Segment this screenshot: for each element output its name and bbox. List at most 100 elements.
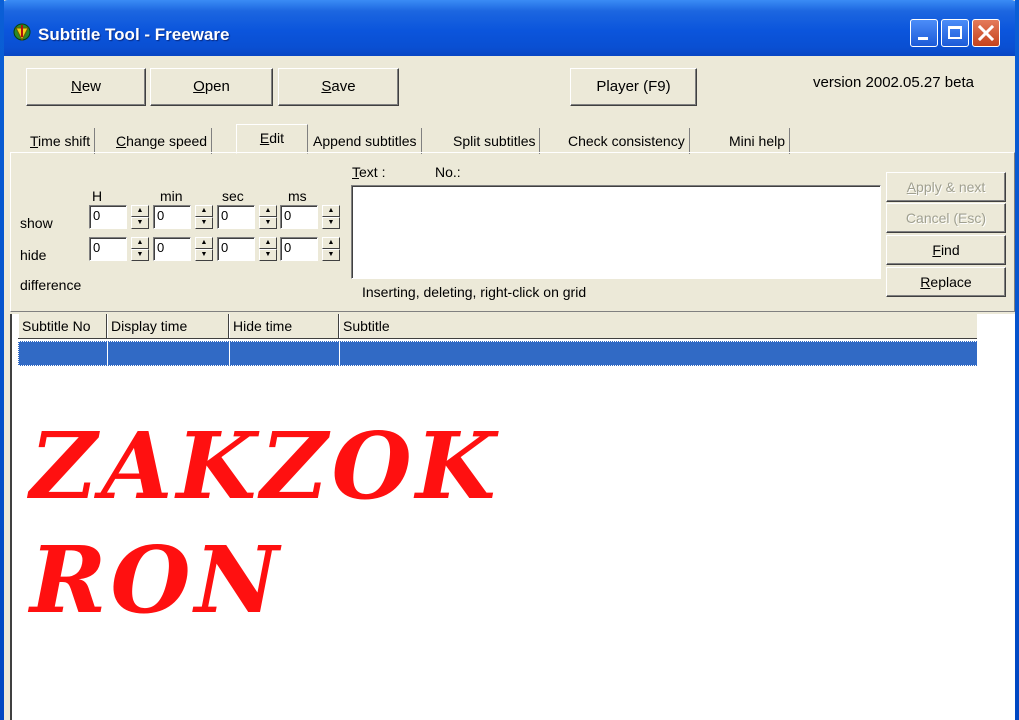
window-border-right [1015, 0, 1019, 720]
hide-seconds-spinner[interactable]: ▲ ▼ [259, 237, 277, 261]
spin-up-icon[interactable]: ▲ [195, 205, 213, 217]
spin-down-icon[interactable]: ▼ [322, 217, 340, 229]
spin-down-icon[interactable]: ▼ [322, 249, 340, 261]
player-button-label: Player (F9) [596, 78, 671, 95]
tab-time-shift[interactable]: Time shift [26, 128, 96, 154]
tab-mini-help[interactable]: Mini help [725, 128, 791, 154]
text-label: Text : [352, 164, 385, 180]
cancel-button[interactable]: Cancel (Esc) [886, 203, 1006, 233]
tab-append-subtitles[interactable]: Append subtitles [309, 128, 422, 154]
column-header-subtitle-no[interactable]: Subtitle No [18, 314, 107, 338]
show-minutes-spinner[interactable]: ▲ ▼ [195, 205, 213, 229]
find-button-label: ind [940, 242, 960, 258]
new-button-label: ew [81, 78, 102, 95]
apply-next-key: A [906, 179, 917, 195]
player-button[interactable]: Player (F9) [570, 68, 697, 106]
save-button-label: ave [331, 78, 356, 95]
tab-split-subtitles[interactable]: Split subtitles [449, 128, 541, 154]
grid-header: Subtitle No Display time Hide time Subti… [18, 314, 978, 339]
table-cell[interactable] [108, 342, 230, 365]
show-ms-input[interactable]: 0 [280, 205, 318, 229]
version-label: version 2002.05.27 beta [813, 74, 974, 91]
close-icon [977, 24, 995, 42]
table-cell[interactable] [340, 342, 977, 365]
tab-check-consistency[interactable]: Check consistency [564, 128, 690, 154]
show-hours-spinner[interactable]: ▲ ▼ [131, 205, 149, 229]
apply-next-button[interactable]: Apply & next [886, 172, 1006, 202]
new-button[interactable]: New [26, 68, 146, 106]
hide-minutes-spinner[interactable]: ▲ ▼ [195, 237, 213, 261]
app-window: Subtitle Tool - Freeware New Open Save P… [0, 0, 1019, 720]
col-ms-label: ms [288, 188, 307, 204]
hide-row-label: hide [20, 247, 47, 263]
spin-up-icon[interactable]: ▲ [195, 237, 213, 249]
show-seconds-input[interactable]: 0 [217, 205, 255, 229]
title-bar[interactable]: Subtitle Tool - Freeware [0, 0, 1019, 56]
spin-up-icon[interactable]: ▲ [322, 237, 340, 249]
hide-minutes-input[interactable]: 0 [153, 237, 191, 261]
save-button-key: S [321, 78, 332, 95]
spin-down-icon[interactable]: ▼ [259, 217, 277, 229]
grid-hint-label: Inserting, deleting, right-click on grid [362, 284, 587, 300]
table-cell[interactable] [230, 342, 340, 365]
hide-hours-spinner[interactable]: ▲ ▼ [131, 237, 149, 261]
find-button[interactable]: Find [886, 235, 1006, 265]
difference-label: difference [20, 277, 82, 293]
spin-up-icon[interactable]: ▲ [322, 205, 340, 217]
subtitle-text-input[interactable] [351, 185, 881, 279]
grid-empty-margin [977, 314, 1015, 720]
find-button-key: F [932, 242, 941, 258]
spin-up-icon[interactable]: ▲ [131, 237, 149, 249]
minimize-button[interactable] [910, 19, 938, 47]
hide-seconds-input[interactable]: 0 [217, 237, 255, 261]
table-row[interactable] [18, 341, 978, 366]
text-label-key: T [352, 164, 359, 180]
replace-button-label: eplace [930, 274, 972, 290]
new-button-key: N [70, 78, 82, 95]
text-label-rest: ext : [359, 164, 386, 180]
spin-up-icon[interactable]: ▲ [259, 205, 277, 217]
column-header-display-time[interactable]: Display time [107, 314, 229, 338]
open-button[interactable]: Open [150, 68, 273, 106]
tab-change-speed-label: hange speed [126, 133, 208, 149]
column-header-subtitle[interactable]: Subtitle [339, 314, 978, 338]
show-minutes-input[interactable]: 0 [153, 205, 191, 229]
hide-ms-input[interactable]: 0 [280, 237, 318, 261]
table-cell[interactable] [19, 342, 108, 365]
col-min-label: min [160, 188, 183, 204]
show-seconds-spinner[interactable]: ▲ ▼ [259, 205, 277, 229]
window-title: Subtitle Tool - Freeware [38, 25, 230, 44]
hide-hours-input[interactable]: 0 [89, 237, 127, 261]
spin-up-icon[interactable]: ▲ [131, 205, 149, 217]
col-sec-label: sec [222, 188, 244, 204]
maximize-button[interactable] [941, 19, 969, 47]
replace-button[interactable]: Replace [886, 267, 1006, 297]
close-button[interactable] [972, 19, 1000, 47]
app-icon [13, 23, 31, 42]
spin-up-icon[interactable]: ▲ [259, 237, 277, 249]
tab-time-shift-label: ime shift [38, 133, 91, 149]
spin-down-icon[interactable]: ▼ [131, 217, 149, 229]
overlay-text-line-1: ZAKZOK [30, 412, 500, 520]
spin-down-icon[interactable]: ▼ [195, 249, 213, 261]
show-hours-input[interactable]: 0 [89, 205, 127, 229]
col-h-label: H [92, 188, 103, 204]
number-label: No.: [435, 164, 461, 180]
show-row-label: show [20, 215, 53, 231]
apply-next-label: pply & next [916, 179, 986, 195]
open-button-label: pen [204, 78, 230, 95]
hide-ms-spinner[interactable]: ▲ ▼ [322, 237, 340, 261]
tab-edit[interactable]: Edit [236, 124, 308, 154]
tab-change-speed[interactable]: Change speed [112, 128, 213, 154]
save-button[interactable]: Save [278, 68, 399, 106]
tab-edit-label: dit [269, 130, 285, 146]
show-ms-spinner[interactable]: ▲ ▼ [322, 205, 340, 229]
spin-down-icon[interactable]: ▼ [195, 217, 213, 229]
spin-down-icon[interactable]: ▼ [131, 249, 149, 261]
window-border-left [0, 0, 4, 720]
tab-change-speed-key: C [116, 133, 127, 149]
tab-time-shift-key: T [30, 133, 39, 149]
maximize-icon [948, 26, 962, 39]
spin-down-icon[interactable]: ▼ [259, 249, 277, 261]
column-header-hide-time[interactable]: Hide time [229, 314, 339, 338]
